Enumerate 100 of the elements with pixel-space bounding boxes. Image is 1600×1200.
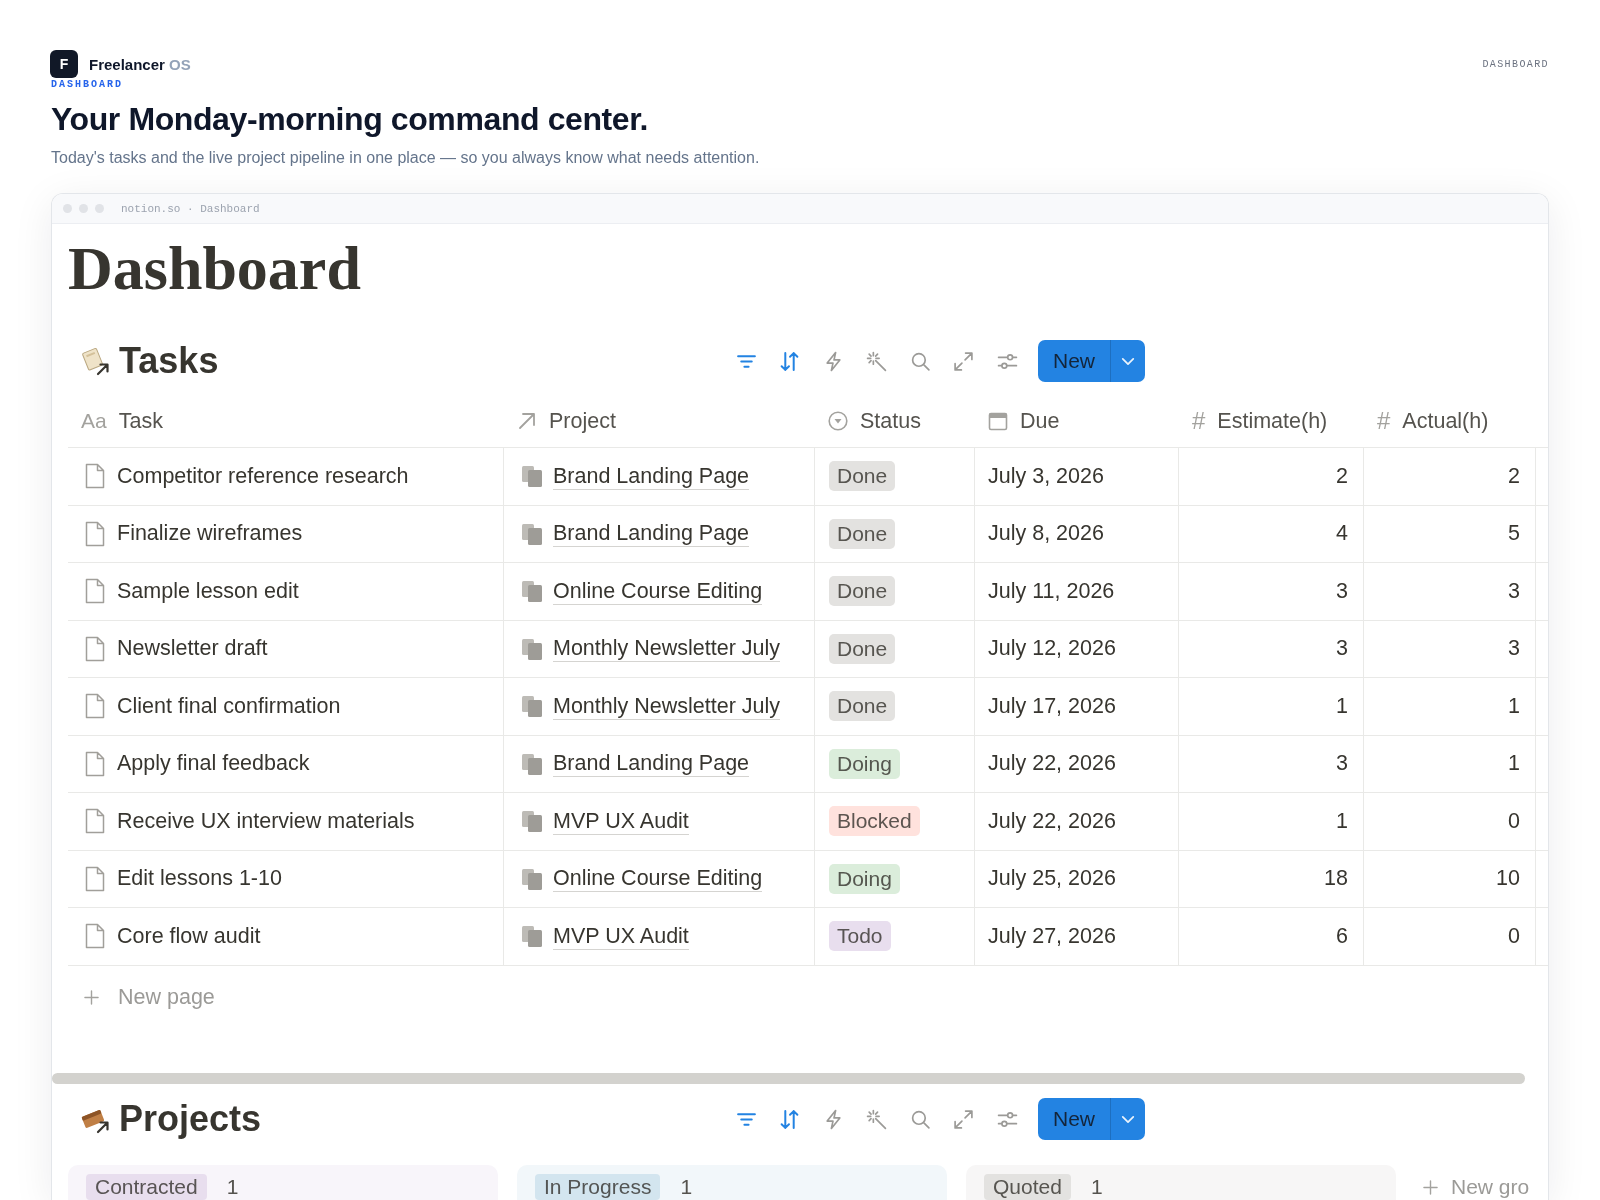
page-title: Dashboard (68, 233, 361, 304)
sparkle-wand-icon[interactable] (866, 1108, 887, 1130)
brand-name: Freelancer OS (89, 55, 191, 73)
number-property-icon: # (1377, 408, 1391, 433)
arrow-up-right-icon (517, 410, 537, 431)
task-title[interactable]: Core flow audit (117, 923, 261, 949)
status-tag: Done (829, 633, 896, 664)
headline: Your Monday-morning command center. (51, 100, 649, 139)
estimate-hours: 3 (1336, 578, 1348, 604)
due-date: July 12, 2026 (988, 636, 1116, 662)
documents-icon (521, 867, 543, 890)
search-icon[interactable] (909, 1108, 931, 1130)
page-icon (85, 750, 105, 777)
documents-icon (521, 695, 543, 718)
actual-hours: 1 (1508, 693, 1520, 719)
task-title[interactable]: Finalize wireframes (117, 521, 303, 547)
actual-hours: 0 (1508, 923, 1520, 949)
project-link[interactable]: Brand Landing Page (553, 462, 750, 490)
project-link[interactable]: Monthly Newsletter July (553, 635, 781, 663)
column-header[interactable]: Status (860, 407, 921, 434)
horizontal-scrollbar[interactable] (52, 1073, 1525, 1084)
column-header[interactable]: Project (549, 407, 616, 434)
new-button[interactable]: New (1038, 1098, 1110, 1140)
new-options-button[interactable] (1110, 1098, 1145, 1140)
expand-icon[interactable] (953, 1108, 974, 1130)
project-link[interactable]: Monthly Newsletter July (553, 692, 781, 720)
documents-icon (521, 637, 543, 660)
task-title[interactable]: Sample lesson edit (117, 578, 299, 604)
page-icon (85, 923, 105, 950)
task-title[interactable]: Newsletter draft (117, 636, 268, 662)
status-tag: Done (829, 691, 896, 722)
page-icon (85, 635, 105, 662)
due-date: July 8, 2026 (988, 521, 1104, 547)
actual-hours: 10 (1496, 866, 1520, 892)
column-header[interactable]: Estimate(h) (1217, 407, 1328, 434)
search-icon[interactable] (909, 350, 931, 372)
sparkle-wand-icon[interactable] (866, 350, 887, 372)
due-date: July 25, 2026 (988, 866, 1116, 892)
status-tag: Done (829, 518, 896, 549)
plus-icon (1423, 1179, 1438, 1195)
task-title[interactable]: Edit lessons 1-10 (117, 866, 282, 892)
status-tag: Done (829, 461, 896, 492)
new-options-button[interactable] (1110, 340, 1145, 382)
calendar-icon (988, 410, 1008, 431)
project-link[interactable]: Online Course Editing (553, 577, 763, 605)
section-title: Projects (119, 1098, 262, 1140)
section-title: Tasks (119, 340, 219, 382)
linked-pages-icon (81, 346, 111, 376)
estimate-hours: 18 (1324, 866, 1348, 892)
estimate-hours: 6 (1336, 923, 1348, 949)
section-label: DASHBOARD (51, 79, 123, 91)
task-title[interactable]: Competitor reference research (117, 463, 409, 489)
status-tag: Done (829, 576, 896, 607)
group-tag: In Progress (535, 1174, 661, 1200)
documents-icon (521, 925, 543, 948)
status-tag: Blocked (829, 806, 920, 837)
column-header[interactable]: Due (1020, 407, 1060, 434)
estimate-hours: 1 (1336, 693, 1348, 719)
documents-icon (521, 465, 543, 488)
project-link[interactable]: MVP UX Audit (553, 807, 689, 835)
documents-icon (521, 580, 543, 603)
due-date: July 3, 2026 (988, 463, 1104, 489)
actual-hours: 5 (1508, 521, 1520, 547)
column-header[interactable]: Task (118, 407, 163, 434)
new-button[interactable]: New (1038, 340, 1110, 382)
page-icon (85, 865, 105, 892)
due-date: July 11, 2026 (988, 578, 1115, 604)
expand-icon[interactable] (953, 350, 974, 372)
project-link[interactable]: Brand Landing Page (553, 520, 750, 548)
actual-hours: 3 (1508, 636, 1520, 662)
project-link[interactable]: Online Course Editing (553, 865, 763, 893)
actual-hours: 0 (1508, 808, 1520, 834)
page-icon (85, 693, 105, 720)
actual-hours: 3 (1508, 578, 1520, 604)
project-link[interactable]: Brand Landing Page (553, 750, 750, 778)
due-date: July 22, 2026 (988, 808, 1116, 834)
due-date: July 27, 2026 (988, 923, 1116, 949)
task-title[interactable]: Client final confirmation (117, 693, 341, 719)
page-icon (85, 520, 105, 547)
estimate-hours: 3 (1336, 751, 1348, 777)
actual-hours: 1 (1508, 751, 1520, 777)
address-text: notion.so · Dashboard (121, 202, 260, 215)
actual-hours: 2 (1508, 463, 1520, 489)
group-count: 1 (1090, 1174, 1103, 1200)
page-icon (85, 808, 105, 835)
column-header[interactable]: Actual(h) (1402, 407, 1489, 434)
estimate-hours: 2 (1336, 463, 1348, 489)
number-property-icon: # (1192, 408, 1206, 433)
subtitle: Today's tasks and the live project pipeline in one place — so you always know what needs attention. (51, 148, 760, 168)
task-title[interactable]: Receive UX interview materials (117, 808, 415, 834)
project-link[interactable]: MVP UX Audit (553, 922, 689, 950)
due-date: July 22, 2026 (988, 751, 1116, 777)
group-tag: Quoted (984, 1174, 1071, 1200)
sort-icon[interactable] (779, 350, 800, 372)
estimate-hours: 1 (1336, 808, 1348, 834)
sort-icon[interactable] (779, 1108, 800, 1130)
group-count: 1 (680, 1174, 693, 1200)
group-tag: Contracted (86, 1174, 207, 1200)
task-title[interactable]: Apply final feedback (117, 751, 310, 777)
page-icon (85, 463, 105, 490)
